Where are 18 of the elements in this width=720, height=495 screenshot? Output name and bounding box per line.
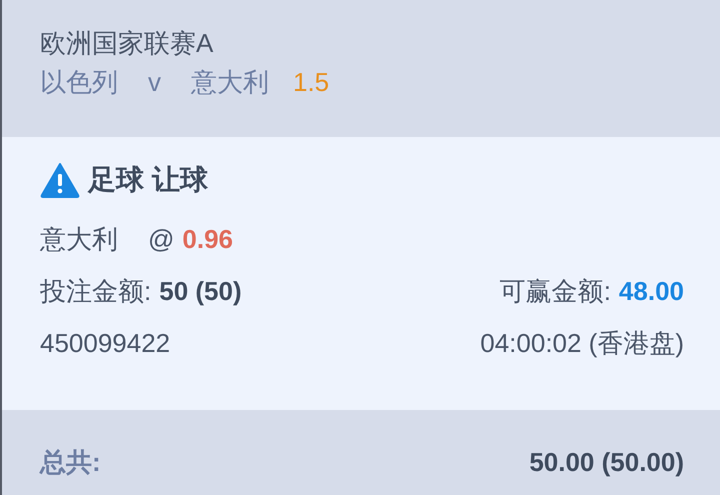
total-label: 总共:	[40, 446, 101, 479]
bet-type-title: 足球 让球	[88, 163, 208, 197]
bet-time: 04:00:02 (香港盘)	[480, 326, 684, 360]
versus-label: v	[148, 66, 161, 99]
home-team: 以色列	[40, 66, 118, 99]
handicap-value: 1.5	[293, 66, 330, 99]
warning-icon	[40, 162, 80, 198]
league-name: 欧洲国家联赛A	[40, 27, 214, 60]
at-sign: @	[148, 223, 174, 256]
odds-value: 0.96	[182, 223, 234, 256]
ticket-number: 450099422	[40, 326, 170, 360]
selection-name: 意大利	[40, 223, 118, 256]
stake-label: 投注金额:	[40, 274, 152, 308]
total-amount: 50.00 (50.00)	[529, 446, 684, 479]
win-amount: 48.00	[618, 274, 684, 308]
away-team: 意大利	[191, 66, 269, 99]
win-label: 可赢金额:	[500, 274, 611, 308]
stake-amount: 50 (50)	[159, 274, 242, 308]
